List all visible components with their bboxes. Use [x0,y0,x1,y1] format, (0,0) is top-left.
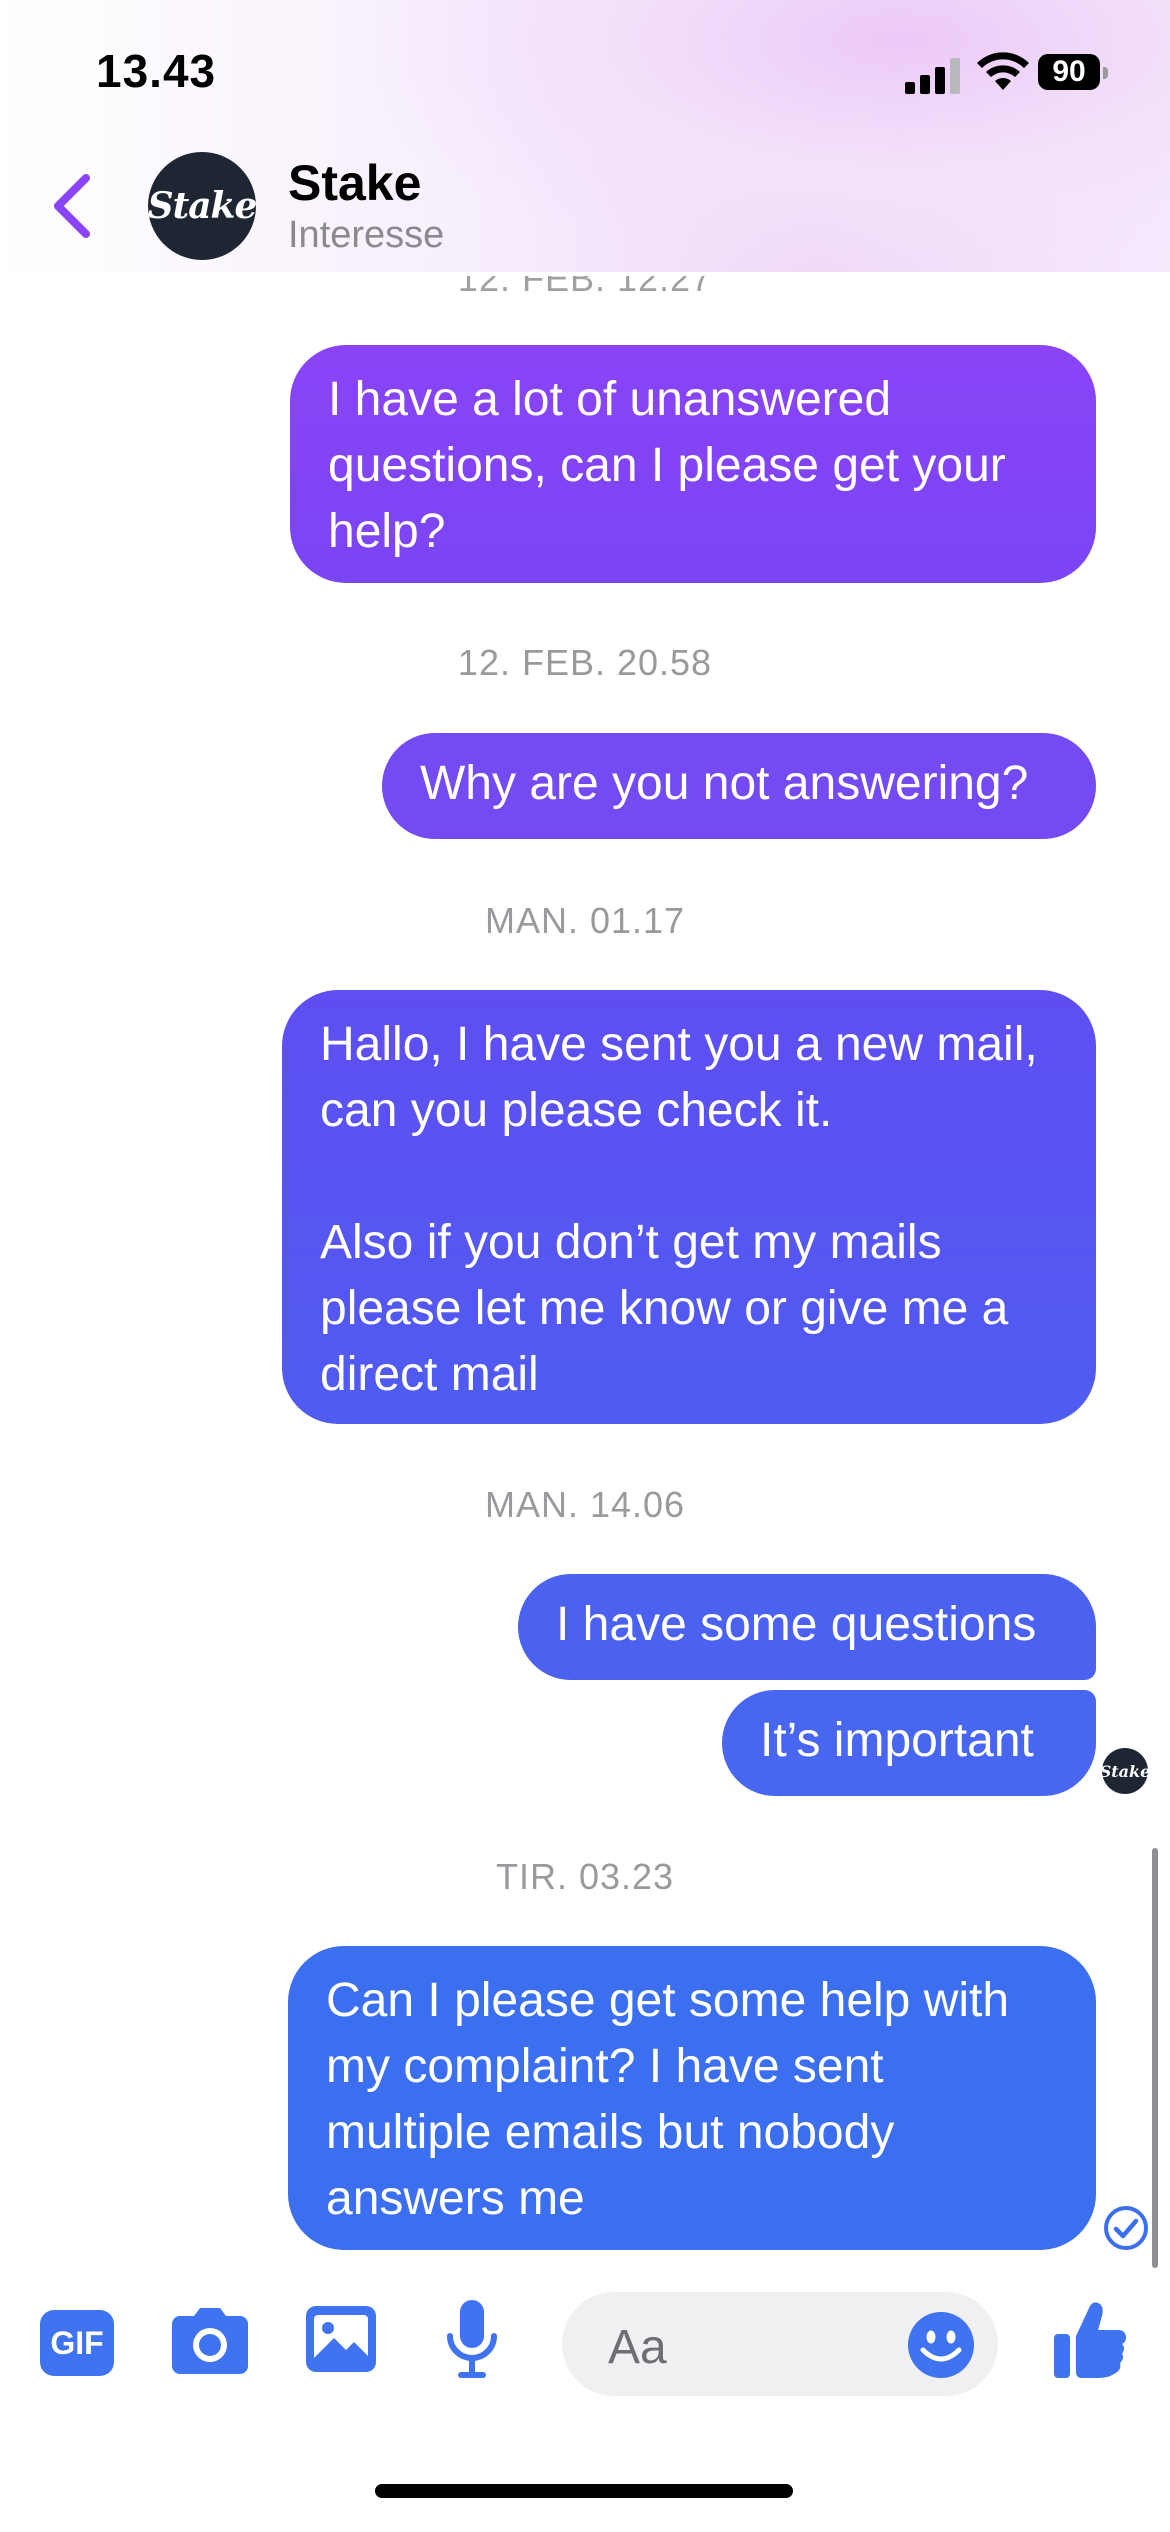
battery-icon: 90 [1038,54,1108,92]
message-timestamp: MAN. 14.06 [484,1484,686,1525]
camera-icon[interactable] [172,2308,248,2374]
gif-label: GIF [50,2324,104,2361]
sent-message-bubble[interactable]: Can I please get some help with my compl… [288,1946,1096,2250]
read-receipt-avatar: Stake [1099,1748,1151,1794]
avatar-logo-text: Stake [147,185,258,227]
contact-avatar[interactable]: Stake [147,152,258,260]
back-arrow-icon[interactable] [48,172,96,240]
battery-level: 90 [1038,54,1100,90]
message-input[interactable]: Aa [562,2292,998,2396]
photo-gallery-icon[interactable] [306,2306,376,2372]
emoji-icon[interactable] [908,2312,974,2378]
home-indicator[interactable] [375,2484,793,2498]
message-timestamp: 12. FEB. 20.58 [457,642,713,683]
read-receipt-logo-text: Stake [1099,1761,1151,1781]
gif-button[interactable]: GIF [40,2310,114,2376]
message-input-placeholder: Aa [608,2321,667,2374]
cellular-signal-icon [905,58,960,94]
scrollbar[interactable] [1152,1848,1158,2268]
sent-message-bubble[interactable]: Why are you not answering? [382,733,1096,839]
wifi-icon [977,52,1029,90]
sent-message-bubble[interactable]: It’s important [722,1690,1096,1796]
microphone-icon[interactable] [446,2300,498,2378]
contact-name[interactable]: Stake [288,154,421,212]
message-timestamp: MAN. 01.17 [484,900,686,941]
delivered-check-icon [1104,2206,1148,2250]
sent-message-bubble[interactable]: I have a lot of unanswered questions, ca… [290,345,1096,583]
thumbs-up-icon[interactable] [1054,2300,1126,2378]
sent-message-bubble[interactable]: I have some questions [518,1574,1096,1680]
sent-message-bubble[interactable]: Hallo, I have sent you a new mail, can y… [282,990,1096,1424]
status-time: 13.43 [96,45,217,97]
message-timestamp: TIR. 03.23 [495,1856,675,1897]
contact-subtitle: Interesse [288,214,445,256]
